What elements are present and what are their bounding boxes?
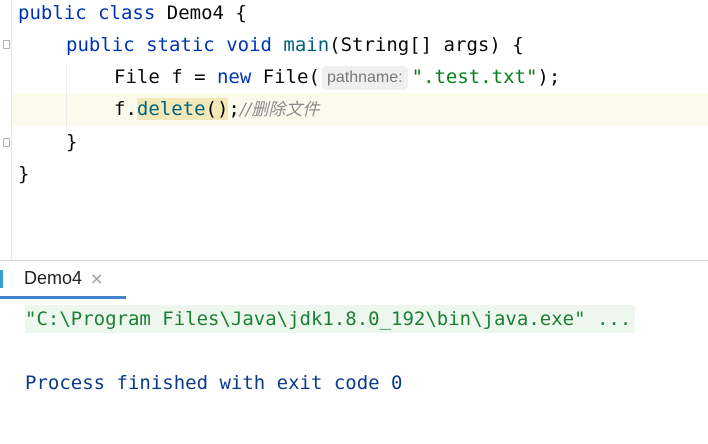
run-tab-bar: Demo4 ×: [0, 261, 708, 299]
method-name: main: [283, 34, 330, 56]
console-output[interactable]: "C:\Program Files\Java\jdk1.8.0_192\bin\…: [0, 299, 708, 444]
method-signature: (String[] args) {: [329, 34, 524, 56]
closing-brace: }: [66, 131, 78, 153]
semicolon: ;: [228, 98, 240, 120]
keyword: public: [66, 34, 135, 56]
editor-gutter: [0, 0, 12, 260]
close-icon[interactable]: ×: [90, 269, 103, 288]
keyword: void: [226, 34, 272, 56]
class-declaration: Demo4 {: [166, 2, 247, 24]
method-call: delete: [136, 98, 206, 120]
code-line-3[interactable]: File f = new File(pathname: ".test.txt");: [114, 61, 560, 93]
declaration: File f =: [114, 66, 217, 88]
fold-marker-main[interactable]: [3, 40, 10, 49]
keyword: class: [98, 2, 156, 24]
keyword: public: [18, 2, 87, 24]
run-config-icon: [0, 269, 14, 288]
code-line-1[interactable]: public class Demo4 {: [18, 0, 247, 29]
code-editor[interactable]: public class Demo4 { public static void …: [0, 0, 708, 260]
open-paren: (: [308, 66, 320, 88]
closing-brace: }: [18, 163, 30, 185]
run-tab-label: Demo4: [24, 268, 83, 288]
code-line-4[interactable]: f.delete();//删除文件: [114, 93, 319, 125]
keyword: new: [216, 66, 252, 88]
run-tab-demo4[interactable]: Demo4 ×: [0, 261, 126, 299]
indent-guide: [66, 64, 67, 128]
code-line-2[interactable]: public static void main(String[] args) {: [66, 29, 524, 61]
parameter-hint: pathname:: [321, 66, 408, 90]
string-literal: ".test.txt": [411, 66, 538, 88]
console-command-line[interactable]: "C:\Program Files\Java\jdk1.8.0_192\bin\…: [25, 305, 636, 333]
call-parens: (): [205, 98, 229, 120]
code-line-6[interactable]: }: [18, 158, 29, 190]
run-tool-window: Demo4 × "C:\Program Files\Java\jdk1.8.0_…: [0, 260, 708, 444]
code-comment: //删除文件: [239, 100, 320, 120]
type-name: File: [262, 66, 309, 88]
fold-marker-main-end[interactable]: [3, 138, 10, 147]
code-line-5[interactable]: }: [66, 126, 77, 158]
keyword: static: [146, 34, 215, 56]
close-paren: );: [537, 66, 561, 88]
console-exit-message: Process finished with exit code 0: [25, 372, 403, 394]
object-ref: f.: [114, 98, 137, 120]
